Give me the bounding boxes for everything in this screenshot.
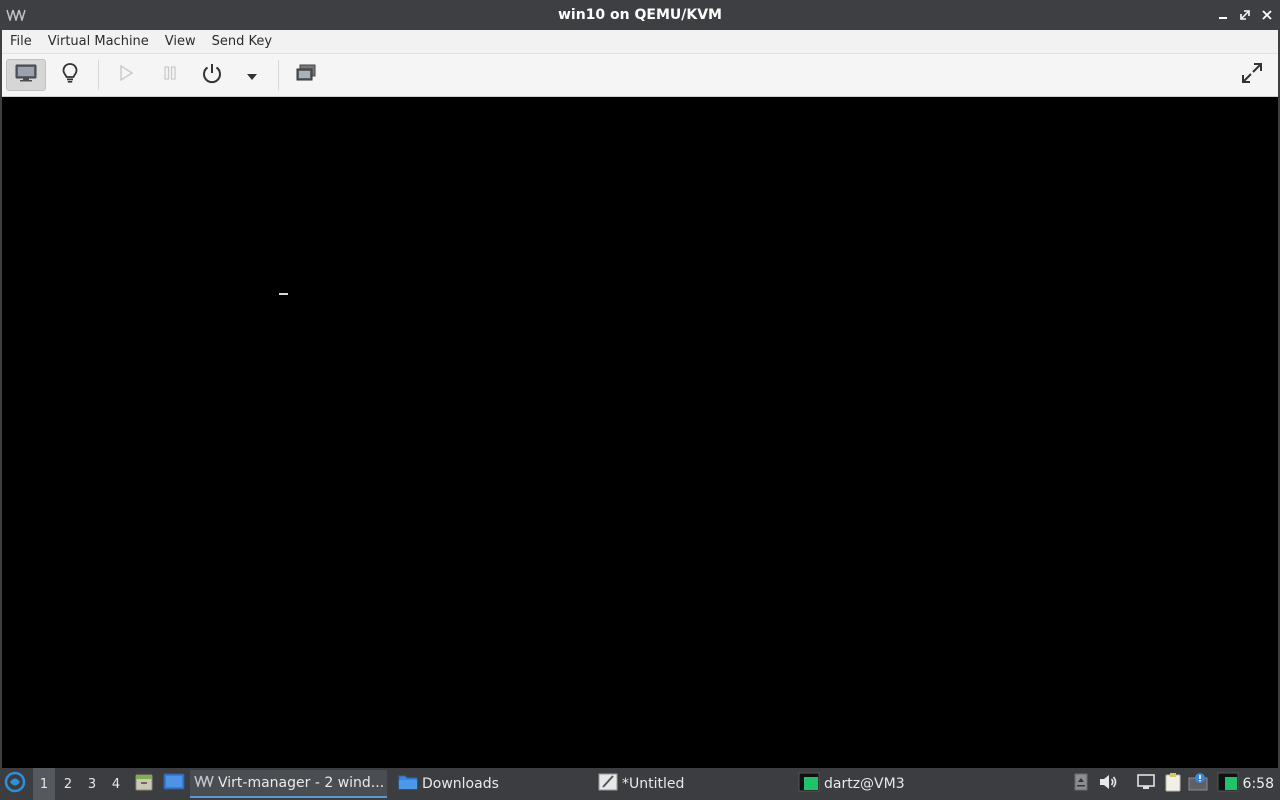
monitor-icon — [15, 64, 37, 86]
volume-icon — [1098, 773, 1118, 795]
workspace-3[interactable]: 3 — [81, 768, 103, 800]
task-terminal[interactable]: dartz@VM3 — [794, 770, 991, 798]
task-untitled[interactable]: *Untitled — [594, 770, 791, 798]
snapshots-button[interactable] — [286, 59, 326, 91]
play-icon — [119, 64, 134, 85]
lightbulb-icon — [61, 62, 79, 88]
toolbar-separator — [98, 60, 99, 90]
scroll-up-icon — [1074, 773, 1088, 795]
taskbar: 1 2 3 4 Virt-manager - 2 wind... Downloa… — [0, 768, 1280, 800]
task-label: Downloads — [422, 776, 499, 792]
task-label: *Untitled — [622, 776, 685, 792]
text-editor-icon — [598, 772, 618, 796]
tray-notifications-button[interactable] — [1188, 772, 1210, 796]
toolbar — [0, 54, 1280, 97]
quicklaunch-file-manager[interactable] — [134, 768, 154, 800]
terminal-icon — [798, 772, 820, 796]
terminal-icon — [1217, 772, 1239, 796]
menu-send-key[interactable]: Send Key — [204, 30, 280, 54]
workspace-1[interactable]: 1 — [33, 768, 55, 800]
chevron-down-icon — [246, 66, 258, 85]
quicklaunch-show-desktop[interactable] — [163, 768, 185, 800]
menu-file[interactable]: File — [2, 30, 40, 54]
close-button[interactable] — [1260, 8, 1274, 22]
toolbar-separator — [278, 60, 279, 90]
folder-icon — [398, 773, 418, 795]
workspace-switcher: 1 2 3 4 — [33, 768, 127, 800]
pause-icon — [163, 65, 177, 85]
show-details-button[interactable] — [50, 59, 90, 91]
task-label: Virt-manager - 2 wind... — [218, 775, 385, 791]
shutdown-button[interactable] — [192, 59, 232, 91]
desktop-icon — [163, 772, 185, 796]
restore-button[interactable] — [1238, 8, 1252, 22]
minimize-button[interactable] — [1216, 8, 1230, 22]
virt-manager-icon — [6, 8, 26, 22]
show-console-button[interactable] — [6, 59, 46, 91]
tray-updates-button[interactable] — [1071, 773, 1091, 795]
window-titlebar[interactable]: win10 on QEMU/KVM — [0, 0, 1280, 30]
window-title: win10 on QEMU/KVM — [557, 7, 722, 23]
clipboard-icon — [1164, 772, 1182, 796]
run-button[interactable] — [106, 59, 146, 91]
tray-network-button[interactable] — [1136, 774, 1156, 794]
virt-manager-icon — [194, 775, 214, 791]
fullscreen-button[interactable] — [1232, 59, 1272, 91]
window-controls — [1216, 0, 1274, 30]
vm-console-display[interactable] — [2, 97, 1278, 768]
pause-button[interactable] — [150, 59, 190, 91]
lxqt-logo-icon — [4, 771, 26, 797]
menubar: File Virtual Machine View Send Key — [0, 30, 1280, 54]
fullscreen-icon — [1240, 61, 1264, 89]
snapshots-icon — [295, 63, 317, 87]
task-label: dartz@VM3 — [824, 776, 905, 792]
text-cursor — [279, 293, 288, 295]
menu-view[interactable]: View — [157, 30, 204, 54]
tray-volume-button[interactable] — [1098, 774, 1118, 794]
notification-icon — [1188, 772, 1210, 796]
file-manager-icon — [134, 772, 154, 796]
taskbar-clock[interactable]: 6:58 — [1243, 768, 1274, 800]
workspace-4[interactable]: 4 — [105, 768, 127, 800]
shutdown-menu-button[interactable] — [232, 59, 272, 91]
task-virt-manager[interactable]: Virt-manager - 2 wind... — [190, 770, 387, 798]
tray-terminal-button[interactable] — [1217, 772, 1239, 796]
start-menu-button[interactable] — [4, 768, 26, 800]
menu-virtual-machine[interactable]: Virtual Machine — [40, 30, 157, 54]
tray-clipboard-button[interactable] — [1163, 772, 1183, 796]
task-downloads[interactable]: Downloads — [394, 770, 591, 798]
workspace-2[interactable]: 2 — [57, 768, 79, 800]
network-icon — [1136, 773, 1156, 795]
power-icon — [201, 62, 223, 88]
